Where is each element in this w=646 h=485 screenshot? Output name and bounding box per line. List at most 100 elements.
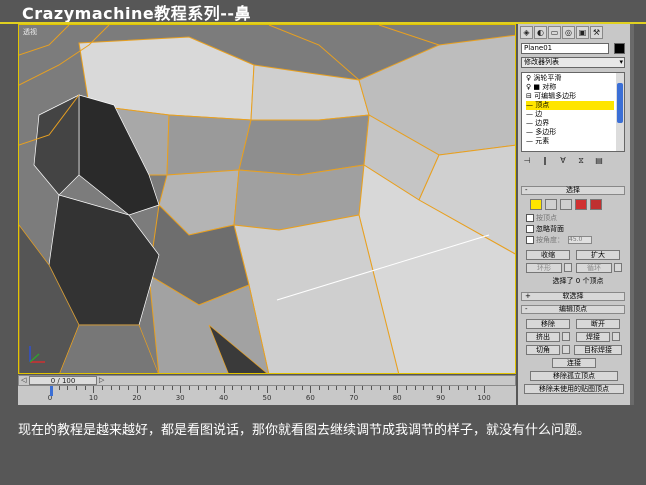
axis-gizmo-icon <box>29 346 45 363</box>
hierarchy-tab-icon[interactable]: ▭ <box>548 26 561 39</box>
weld-button[interactable]: 焊接 <box>576 332 610 342</box>
command-panel: ◈ ◐ ▭ ◎ ▣ ⚒ Plane01 修改器列表 ▾ ♀ 涡轮平滑 ♀ ■ 对… <box>518 24 630 405</box>
pin-stack-icon[interactable]: ⊣ <box>521 156 533 168</box>
selection-rollout-header[interactable]: - 选择 <box>521 186 625 195</box>
selection-status: 选择了 0 个顶点 <box>552 277 604 285</box>
bulb-icon[interactable]: ♀ <box>526 74 531 82</box>
stack-item-element[interactable]: — 元素 <box>526 137 549 146</box>
ruler-minor-tick <box>301 386 303 390</box>
soft-selection-rollout-header[interactable]: + 软选择 <box>521 292 625 301</box>
motion-tab-icon[interactable]: ◎ <box>562 26 575 39</box>
modifier-list-dropdown[interactable]: 修改器列表 ▾ <box>521 57 625 68</box>
tutorial-caption: 现在的教程是越来越好，都是看图说话，那你就看图去继续调节成我调节的样子，就没有什… <box>18 423 591 438</box>
edge-mode-icon[interactable] <box>545 199 557 210</box>
remove-button[interactable]: 移除 <box>526 319 570 329</box>
current-frame-marker[interactable] <box>50 386 53 396</box>
make-unique-icon[interactable]: ∀ <box>557 156 569 168</box>
time-slider-track[interactable]: ◁ 0 / 100 ▷ <box>18 375 516 386</box>
bulb-icon[interactable]: ♀ ■ <box>526 83 540 91</box>
angle-spinner[interactable]: 45.0 <box>568 236 592 244</box>
ruler-minor-tick <box>145 386 147 390</box>
stack-item-edge[interactable]: — 边 <box>526 110 542 119</box>
connect-button[interactable]: 连接 <box>552 358 596 368</box>
stack-scroll-thumb[interactable] <box>617 83 623 123</box>
stack-toolbar: ⊣ ‖ ∀ ⧖ ▤ <box>521 156 605 168</box>
grow-button[interactable]: 扩大 <box>576 250 620 260</box>
shrink-button[interactable]: 收缩 <box>526 250 570 260</box>
ruler-tick <box>136 386 138 393</box>
by-vertex-checkbox[interactable]: 按顶点 <box>526 214 557 223</box>
modifier-stack[interactable]: ♀ 涡轮平滑 ♀ ■ 对称 ⊟ 可编辑多边形 — 顶点 — 边 — 边界 — 多… <box>521 72 625 152</box>
ruler-tick-label: 10 <box>88 394 98 402</box>
configure-sets-icon[interactable]: ▤ <box>593 156 605 168</box>
break-button[interactable]: 断开 <box>576 319 620 329</box>
ruler-minor-tick <box>345 386 347 390</box>
object-name-field[interactable]: Plane01 <box>521 43 609 54</box>
stack-item-turbosmooth[interactable]: ♀ 涡轮平滑 <box>526 74 561 83</box>
by-angle-checkbox[interactable]: 按角度： 45.0 <box>526 236 592 245</box>
vertex-mode-icon[interactable] <box>530 199 542 210</box>
remove-modifier-icon[interactable]: ⧖ <box>575 156 587 168</box>
object-color-swatch[interactable] <box>614 43 625 54</box>
ruler-minor-tick <box>258 386 260 390</box>
ruler-minor-tick <box>336 386 338 390</box>
mesh-wireframe <box>19 25 515 373</box>
ring-button[interactable]: 环形 <box>526 263 562 273</box>
timeline-ruler[interactable]: 0 10 20 30 40 50 60 70 80 90 100 <box>18 386 516 405</box>
ruler-tick <box>353 386 355 393</box>
modify-tab-icon[interactable]: ◐ <box>534 26 547 39</box>
ruler-tick-label: 90 <box>436 394 446 402</box>
ruler-minor-tick <box>206 386 208 390</box>
create-tab-icon[interactable]: ◈ <box>520 26 533 39</box>
stack-item-border[interactable]: — 边界 <box>526 119 549 128</box>
stack-item-vertex[interactable]: — 顶点 <box>526 101 614 110</box>
target-weld-button[interactable]: 目标焊接 <box>574 345 622 355</box>
loop-spinner[interactable] <box>614 263 622 272</box>
page-title: Crazymachine教程系列--鼻 <box>22 4 252 23</box>
ruler-tick-label: 30 <box>175 394 185 402</box>
loop-button[interactable]: 循环 <box>576 263 612 273</box>
ignore-backfacing-checkbox[interactable]: 忽略背面 <box>526 225 564 234</box>
stack-item-editable-poly[interactable]: ⊟ 可编辑多边形 <box>526 92 576 101</box>
ruler-tick-label: 100 <box>477 394 491 402</box>
ruler-minor-tick <box>293 386 295 390</box>
ruler-minor-tick <box>319 386 321 390</box>
polygon-mode-icon[interactable] <box>575 199 587 210</box>
border-mode-icon[interactable] <box>560 199 572 210</box>
ruler-tick <box>93 386 95 393</box>
ruler-minor-tick <box>414 386 416 390</box>
perspective-viewport[interactable]: 透视 <box>18 24 516 374</box>
chevron-down-icon: ▾ <box>619 58 623 66</box>
ruler-minor-tick <box>128 386 130 390</box>
ruler-tick <box>180 386 182 393</box>
stack-item-symmetry[interactable]: ♀ ■ 对称 <box>526 83 556 92</box>
stack-item-polygon[interactable]: — 多边形 <box>526 128 556 137</box>
extrude-settings-button[interactable] <box>562 332 570 341</box>
ruler-tick <box>267 386 268 393</box>
utilities-tab-icon[interactable]: ⚒ <box>590 26 603 39</box>
chamfer-settings-button[interactable] <box>562 345 570 354</box>
display-tab-icon[interactable]: ▣ <box>576 26 589 39</box>
ruler-tick-label: 80 <box>392 394 402 402</box>
collapse-icon[interactable]: ⊟ <box>526 92 532 100</box>
extrude-button[interactable]: 挤出 <box>526 332 560 342</box>
ruler-tick-label: 40 <box>219 394 229 402</box>
chamfer-button[interactable]: 切角 <box>526 345 560 355</box>
weld-settings-button[interactable] <box>612 332 620 341</box>
remove-isolated-vertices-button[interactable]: 移除孤立顶点 <box>530 371 618 381</box>
time-slider-thumb[interactable]: 0 / 100 <box>29 376 97 385</box>
edit-vertices-rollout-header[interactable]: - 编辑顶点 <box>521 305 625 314</box>
ruler-tick <box>397 386 399 393</box>
ruler-minor-tick <box>457 386 459 390</box>
ruler-tick-label: 70 <box>349 394 359 402</box>
show-end-result-icon[interactable]: ‖ <box>539 156 551 168</box>
ruler-minor-tick <box>475 386 477 390</box>
stack-scrollbar[interactable] <box>616 73 624 151</box>
panel-scrollbar[interactable] <box>630 24 634 405</box>
prev-frame-arrow-icon[interactable]: ◁ <box>21 376 26 385</box>
ruler-minor-tick <box>466 386 468 390</box>
element-mode-icon[interactable] <box>590 199 602 210</box>
next-frame-arrow-icon[interactable]: ▷ <box>99 376 104 385</box>
ring-spinner[interactable] <box>564 263 572 272</box>
remove-unused-map-vertices-button[interactable]: 移除未使用的贴图顶点 <box>524 384 624 394</box>
